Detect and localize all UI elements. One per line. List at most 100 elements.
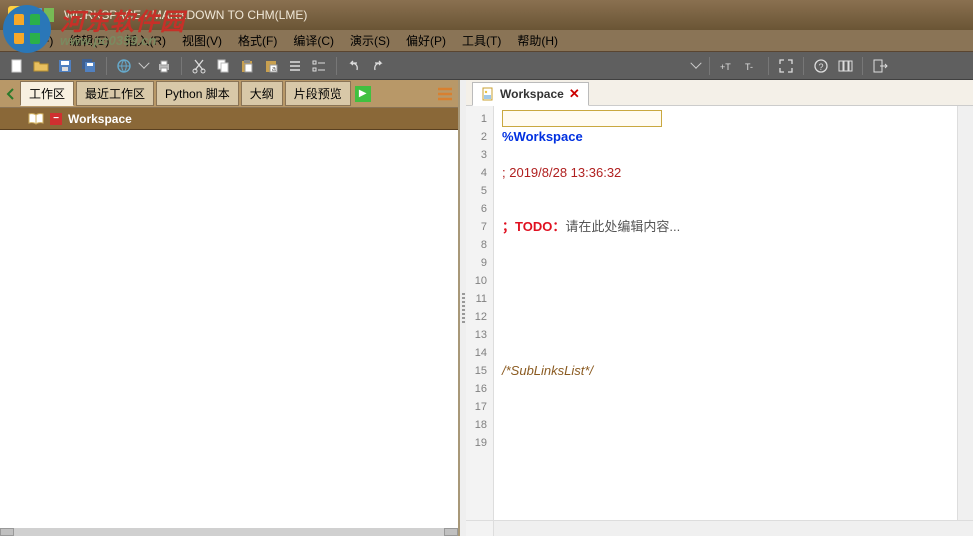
open-folder-button[interactable]: [32, 57, 50, 75]
list-button[interactable]: [286, 57, 304, 75]
line-number: 18: [468, 416, 487, 434]
tab-snippet-preview[interactable]: 片段预览: [285, 81, 351, 106]
browser-button[interactable]: [115, 57, 133, 75]
toolbar-separator: [709, 57, 710, 75]
tab-recent-workspace[interactable]: 最近工作区: [76, 81, 154, 106]
tree-root-row[interactable]: − Workspace: [0, 108, 458, 130]
left-panel: 工作区 最近工作区 Python 脚本 大纲 片段预览 ▶ − Workspac…: [0, 80, 460, 536]
editor-tabbar: Workspace ✕: [466, 80, 973, 106]
paste-button[interactable]: [238, 57, 256, 75]
editor-panel: Workspace ✕ 1234567891011121314151617181…: [466, 80, 973, 536]
app-icon: ☺: [8, 6, 26, 24]
titlebar-mini-icons: [32, 8, 54, 22]
svg-text:a: a: [272, 66, 276, 73]
new-file-button[interactable]: [8, 57, 26, 75]
close-tab-icon[interactable]: ✕: [569, 86, 580, 102]
current-line-highlight: [502, 110, 662, 127]
exit-button[interactable]: [871, 57, 889, 75]
tab-outline[interactable]: 大纲: [241, 81, 283, 106]
svg-text:?: ?: [819, 62, 824, 72]
line-number: 11: [468, 290, 487, 308]
menu-file[interactable]: 文件(F): [6, 30, 61, 51]
code-area[interactable]: %Workspace ; 2019/8/28 13:36:32 ；TODO：请在…: [494, 106, 957, 520]
copy-button[interactable]: [214, 57, 232, 75]
left-panel-tabbar: 工作区 最近工作区 Python 脚本 大纲 片段预览 ▶: [0, 80, 458, 108]
browser-dropdown[interactable]: [139, 57, 149, 75]
workarea: 工作区 最近工作区 Python 脚本 大纲 片段预览 ▶ − Workspac…: [0, 80, 973, 536]
tab-python-script[interactable]: Python 脚本: [156, 81, 239, 106]
save-button[interactable]: [56, 57, 74, 75]
line-number: 16: [468, 380, 487, 398]
undo-button[interactable]: [345, 57, 363, 75]
line-number: 8: [468, 236, 487, 254]
svg-text:T-: T-: [745, 62, 753, 72]
fullscreen-button[interactable]: [777, 57, 795, 75]
editor-horizontal-scrollbar[interactable]: [466, 520, 973, 536]
print-button[interactable]: [155, 57, 173, 75]
line-number: 2: [468, 128, 487, 146]
menubar: 文件(F) 编辑(E) 插入(R) 视图(V) 格式(F) 编译(C) 演示(S…: [0, 30, 973, 52]
code-todo-prefix: ；: [502, 219, 515, 234]
tree-root-label: Workspace: [68, 112, 132, 126]
paste-special-button[interactable]: a: [262, 57, 280, 75]
line-number: 3: [468, 146, 487, 164]
menu-compile[interactable]: 编译(C): [285, 30, 342, 51]
vertical-scrollbar[interactable]: [957, 106, 973, 520]
code-timestamp: 2019/8/28 13:36:32: [509, 165, 621, 180]
toolbar-dropdown[interactable]: [691, 57, 701, 75]
menu-insert[interactable]: 插入(R): [117, 30, 174, 51]
svg-text:+T: +T: [720, 62, 731, 72]
editor-tab-workspace[interactable]: Workspace ✕: [472, 82, 589, 106]
menu-edit[interactable]: 编辑(E): [61, 30, 117, 51]
editor-tab-title: Workspace: [500, 87, 564, 101]
toolbar-separator: [803, 57, 804, 75]
document-icon: [481, 87, 495, 101]
line-number: 1: [468, 110, 487, 128]
tree-body[interactable]: [0, 130, 458, 528]
menu-help[interactable]: 帮助(H): [509, 30, 566, 51]
save-all-button[interactable]: [80, 57, 98, 75]
help-button[interactable]: ?: [812, 57, 830, 75]
menu-format[interactable]: 格式(F): [230, 30, 285, 51]
editor-body: 12345678910111213141516171819 %Workspace…: [466, 106, 973, 520]
checklist-button[interactable]: [310, 57, 328, 75]
titlebar: ☺ WORKSPACE - MARKDOWN TO CHM(LME): [0, 0, 973, 30]
toolbar: a +T T- ?: [0, 52, 973, 80]
line-number: 12: [468, 308, 487, 326]
code-placeholder: /*SubLinksList*/: [502, 363, 593, 378]
line-number: 19: [468, 434, 487, 452]
tab-workspace[interactable]: 工作区: [20, 81, 74, 106]
toolbar-separator: [336, 57, 337, 75]
line-number: 14: [468, 344, 487, 362]
horizontal-scrollbar[interactable]: [0, 528, 458, 536]
line-number: 15: [468, 362, 487, 380]
collapse-icon[interactable]: −: [50, 113, 62, 125]
line-number-gutter: 12345678910111213141516171819: [466, 106, 494, 520]
toolbar-separator: [768, 57, 769, 75]
line-number: 4: [468, 164, 487, 182]
cut-button[interactable]: [190, 57, 208, 75]
menu-demo[interactable]: 演示(S): [342, 30, 398, 51]
code-todo-text: 请在此处编辑内容...: [565, 219, 680, 234]
line-number: 9: [468, 254, 487, 272]
book-icon: [28, 113, 44, 125]
tab-nav-prev-icon[interactable]: [4, 87, 18, 101]
toolbar-separator: [181, 57, 182, 75]
panel-menu-icon[interactable]: [436, 86, 454, 102]
menu-pref[interactable]: 偏好(P): [398, 30, 454, 51]
menu-tools[interactable]: 工具(T): [454, 30, 509, 51]
font-increase-button[interactable]: +T: [718, 57, 736, 75]
menu-view[interactable]: 视图(V): [174, 30, 230, 51]
window-title: WORKSPACE - MARKDOWN TO CHM(LME): [64, 8, 307, 22]
tab-nav-next-icon[interactable]: ▶: [355, 86, 371, 102]
redo-button[interactable]: [369, 57, 387, 75]
code-todo-label: TODO：: [515, 219, 565, 234]
toolbar-separator: [862, 57, 863, 75]
columns-button[interactable]: [836, 57, 854, 75]
font-decrease-button[interactable]: T-: [742, 57, 760, 75]
code-directive: %Workspace: [502, 129, 583, 144]
line-number: 13: [468, 326, 487, 344]
line-number: 10: [468, 272, 487, 290]
toolbar-separator: [106, 57, 107, 75]
line-number: 17: [468, 398, 487, 416]
